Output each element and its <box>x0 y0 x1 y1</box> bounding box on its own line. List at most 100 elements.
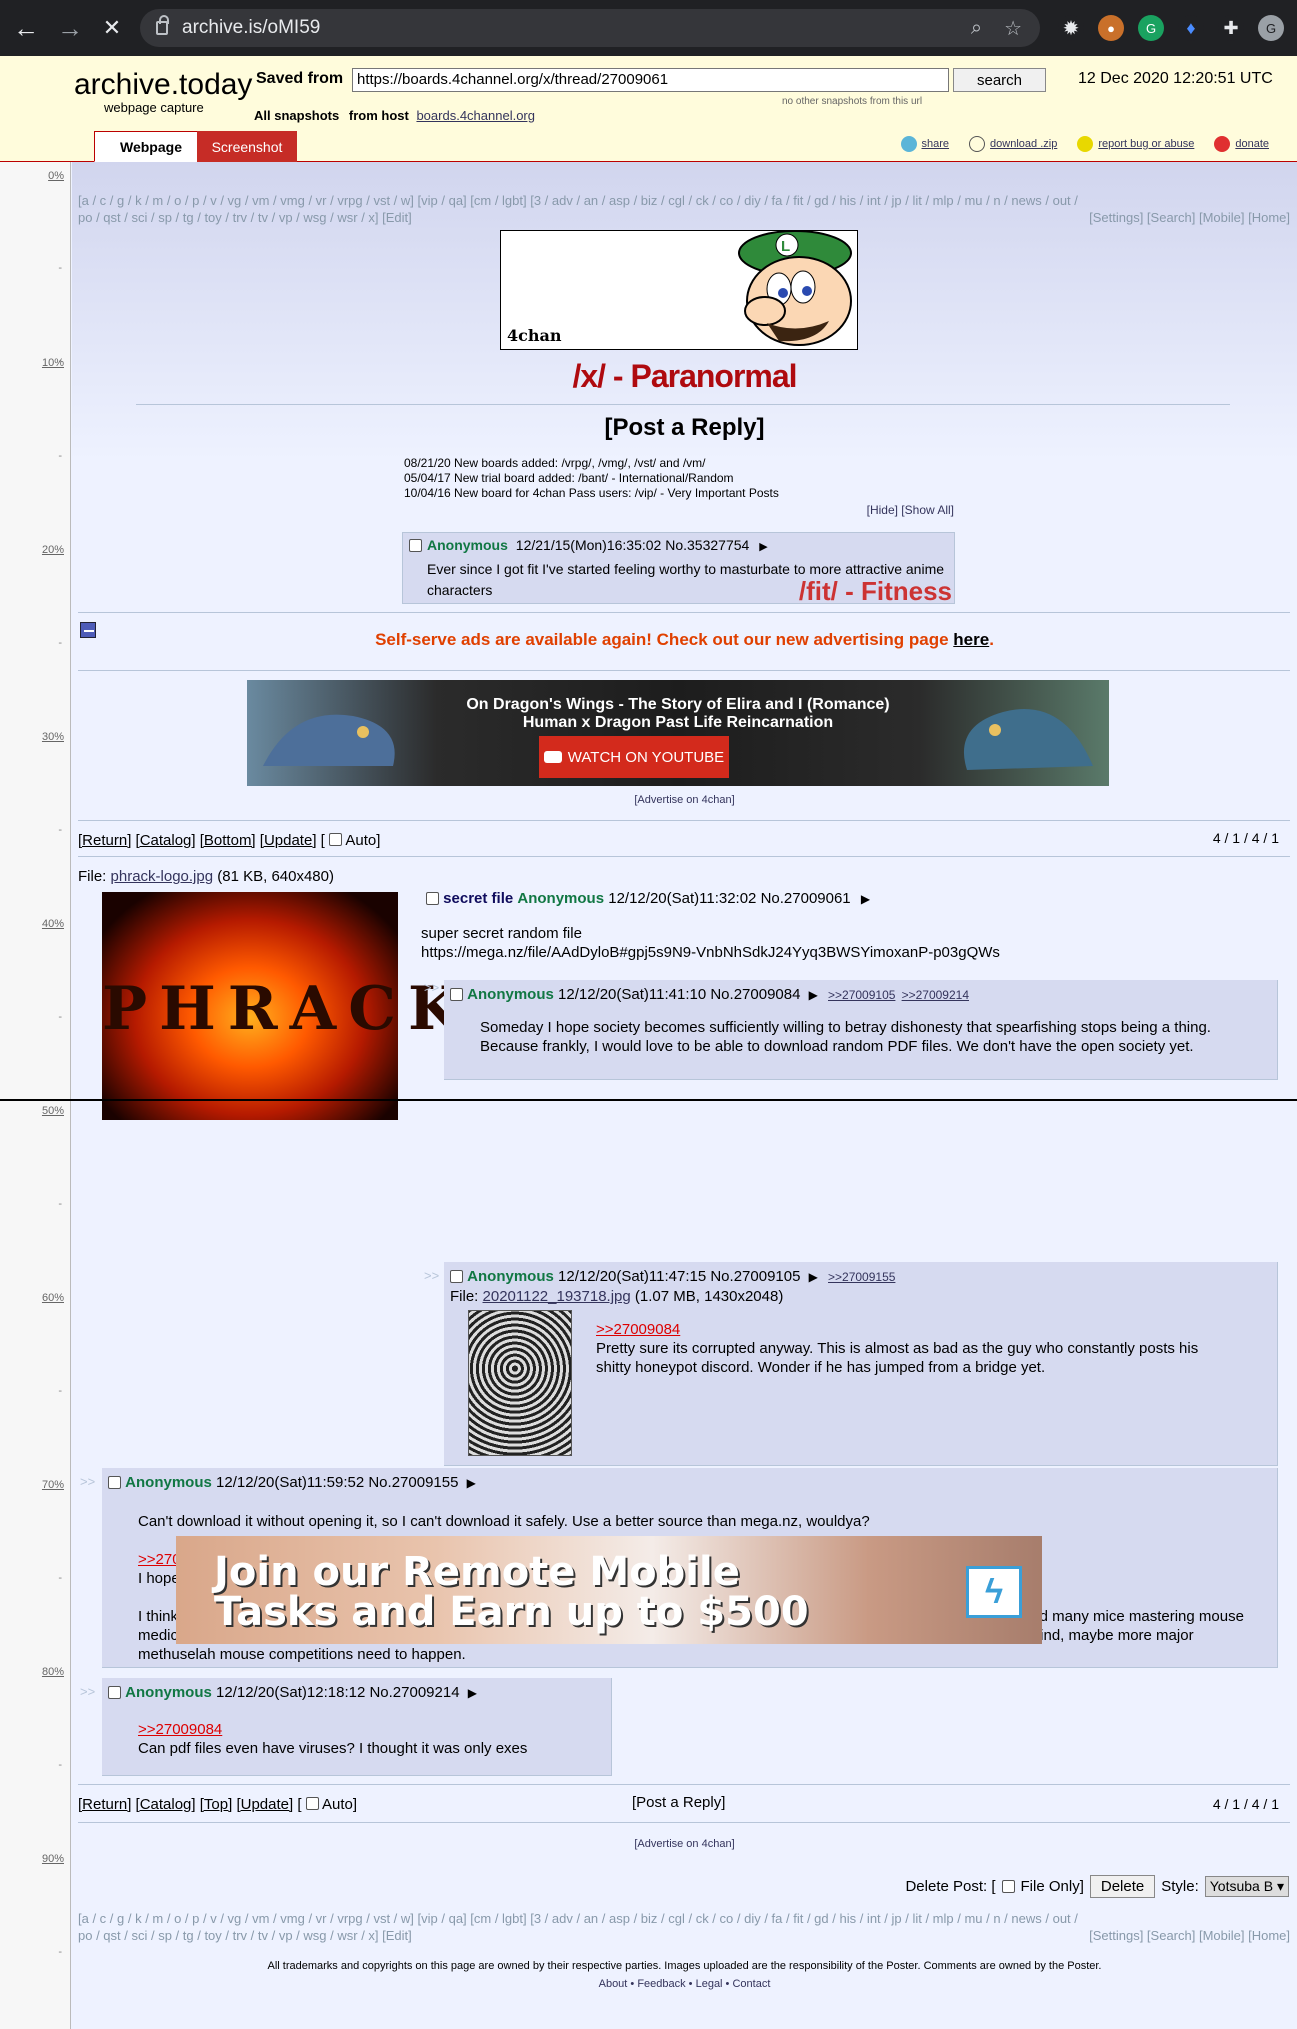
auto-checkbox[interactable] <box>329 833 343 846</box>
page-counter-bottom: 4 / 1 / 4 / 1 <box>1212 1796 1279 1812</box>
gutter-mark[interactable]: 20% <box>42 544 64 556</box>
back-arrow-icon[interactable]: ← <box>6 8 46 48</box>
selfserve-here-link[interactable]: here <box>953 630 989 649</box>
donate-action[interactable]: donate <box>1214 136 1269 152</box>
post-meta[interactable]: 12/12/20(Sat)11:32:02 No.27009061 <box>608 890 850 907</box>
board-list-line[interactable]: [a / c / g / k / m / o / p / v / vg / vm… <box>78 1910 1290 1927</box>
catalog-link[interactable]: [Catalog] <box>136 832 196 849</box>
post-menu-arrow-icon[interactable]: ▶ <box>809 1270 818 1284</box>
news-hide-toggle[interactable]: [Hide] [Show All] <box>867 503 954 518</box>
auto-checkbox[interactable] <box>305 1797 319 1810</box>
share-action[interactable]: share <box>900 136 950 152</box>
gutter-mark[interactable]: 30% <box>42 731 64 743</box>
quote-link[interactable]: >>27009084 <box>138 1721 222 1738</box>
board-list-right[interactable]: [Settings] [Search] [Mobile] [Home] <box>1089 1927 1290 1944</box>
gutter-mark[interactable]: 70% <box>42 1479 64 1491</box>
bookmark-star-icon[interactable]: ☆ <box>1004 16 1022 41</box>
report-link[interactable]: report bug or abuse <box>1098 138 1194 150</box>
backlink[interactable]: >>27009155 <box>828 1270 895 1284</box>
gutter-mark[interactable]: 60% <box>42 1292 64 1304</box>
post-menu-arrow-icon[interactable]: ▶ <box>861 892 870 906</box>
scroll-gutter: 0% - - 10% - 20% - 30% - 40% - 50% - 60%… <box>0 162 71 2029</box>
advertise-link-top[interactable]: [Advertise on 4chan] <box>72 794 1297 806</box>
download-action[interactable]: download .zip <box>969 136 1057 152</box>
board-list-line[interactable]: [a / c / g / k / m / o / p / v / vg / vm… <box>78 192 1290 209</box>
post-checkbox[interactable] <box>108 1476 121 1489</box>
screenshot-seam-line <box>0 1099 1297 1101</box>
post-checkbox[interactable] <box>409 539 422 552</box>
download-link[interactable]: download .zip <box>990 138 1057 150</box>
donate-link[interactable]: donate <box>1235 138 1269 150</box>
op-thumbnail[interactable]: PHRACK <box>102 892 460 1120</box>
board-banner[interactable]: L 4chan <box>500 230 858 350</box>
dragon-ad-banner[interactable]: On Dragon's Wings - The Story of Elira a… <box>247 680 1109 786</box>
grammarly-extension-icon[interactable]: G <box>1138 15 1164 41</box>
footer-links[interactable]: About • Feedback • Legal • Contact <box>72 1978 1297 1990</box>
op-file-link[interactable]: phrack-logo.jpg <box>111 868 214 885</box>
post-meta[interactable]: 12/12/20(Sat)11:47:15 No.27009105 <box>558 1268 800 1285</box>
gear-extension-icon[interactable]: ✹ <box>1058 15 1084 41</box>
reply-file-link[interactable]: 20201122_193718.jpg <box>483 1288 631 1305</box>
cookie-extension-icon[interactable]: ● <box>1098 15 1124 41</box>
update-link[interactable]: [Update] <box>260 832 317 849</box>
post-menu-arrow-icon[interactable]: ▶ <box>759 541 767 553</box>
file-only-checkbox[interactable] <box>1001 1880 1015 1893</box>
post-menu-arrow-icon[interactable]: ▶ <box>809 988 818 1002</box>
quote-link[interactable]: >>27009084 <box>596 1321 680 1338</box>
post-checkbox[interactable] <box>108 1686 121 1699</box>
post-meta[interactable]: 12/12/20(Sat)11:41:10 No.27009084 <box>558 986 800 1003</box>
catalog-link[interactable]: [Catalog] <box>136 1796 196 1813</box>
all-snapshots-label[interactable]: All snapshots <box>254 108 339 123</box>
gutter-mark[interactable]: 40% <box>42 918 64 930</box>
gutter-dash: - <box>58 262 62 274</box>
backlink[interactable]: >>27009105 <box>828 988 895 1002</box>
board-title: /x/ - Paranormal <box>572 358 797 394</box>
watch-on-youtube-button[interactable]: WATCH ON YOUTUBE <box>539 736 729 778</box>
share-link[interactable]: share <box>922 138 950 150</box>
zoom-icon[interactable]: ⌕ <box>971 17 982 40</box>
gutter-mark[interactable]: 90% <box>42 1853 64 1865</box>
post-checkbox[interactable] <box>426 892 439 905</box>
gutter-mark[interactable]: 50% <box>42 1105 64 1117</box>
return-link[interactable]: [Return] <box>78 832 131 849</box>
post-reply-link-bottom[interactable]: [Post a Reply] <box>632 1794 725 1811</box>
post-menu-arrow-icon[interactable]: ▶ <box>467 1476 476 1490</box>
delete-button[interactable]: Delete <box>1089 1875 1156 1898</box>
remote-tasks-ad-banner[interactable]: Join our Remote Mobile Tasks and Earn up… <box>176 1536 1042 1644</box>
gutter-dash: - <box>58 1572 62 1584</box>
tab-screenshot[interactable]: Screenshot <box>197 131 297 162</box>
advertise-link-bottom[interactable]: [Advertise on 4chan] <box>72 1838 1297 1850</box>
profile-avatar[interactable]: G <box>1258 15 1284 41</box>
gutter-mark[interactable]: 0% <box>48 170 64 182</box>
post-reply-link-top[interactable]: [Post a Reply] <box>72 414 1297 442</box>
bottom-link[interactable]: [Bottom] <box>200 832 256 849</box>
host-link[interactable]: boards.4channel.org <box>416 108 535 123</box>
top-link[interactable]: [Top] <box>200 1796 233 1813</box>
gutter-mark[interactable]: 10% <box>42 357 64 369</box>
stop-loading-icon[interactable]: ✕ <box>92 8 132 48</box>
gutter-mark[interactable]: 80% <box>42 1666 64 1678</box>
post-checkbox[interactable] <box>450 1270 463 1283</box>
post-meta[interactable]: 12/12/20(Sat)12:18:12 No.27009214 <box>216 1684 460 1701</box>
gutter-dash: - <box>58 824 62 836</box>
backlink[interactable]: >>27009214 <box>902 988 969 1002</box>
update-link[interactable]: [Update] <box>236 1796 293 1813</box>
fit-ad-post[interactable]: Anonymous 12/21/15(Mon)16:35:02 No.35327… <box>402 532 955 606</box>
reply-thumbnail[interactable] <box>468 1310 572 1456</box>
archive-logo[interactable]: archive.today <box>74 68 252 102</box>
board-list-right[interactable]: [Settings] [Search] [Mobile] [Home] <box>1089 209 1290 226</box>
forward-arrow-icon[interactable]: → <box>50 8 90 48</box>
drop-extension-icon[interactable]: ♦ <box>1178 15 1204 41</box>
tab-webpage[interactable]: Webpage <box>94 131 208 162</box>
search-button[interactable]: search <box>953 68 1046 92</box>
return-link[interactable]: [Return] <box>78 1796 131 1813</box>
style-select[interactable]: Yotsuba B ▾ <box>1204 1876 1289 1897</box>
post-menu-arrow-icon[interactable]: ▶ <box>468 1686 477 1700</box>
post-checkbox[interactable] <box>450 988 463 1001</box>
puzzle-extensions-icon[interactable]: ✚ <box>1218 15 1244 41</box>
saved-from-input[interactable]: https://boards.4channel.org/x/thread/270… <box>352 68 949 92</box>
address-bar[interactable]: archive.is/oMI59 ⌕ ☆ <box>140 9 1040 47</box>
op-subject: secret file <box>443 890 514 907</box>
report-action[interactable]: report bug or abuse <box>1077 136 1194 152</box>
post-meta[interactable]: 12/12/20(Sat)11:59:52 No.27009155 <box>216 1474 458 1491</box>
